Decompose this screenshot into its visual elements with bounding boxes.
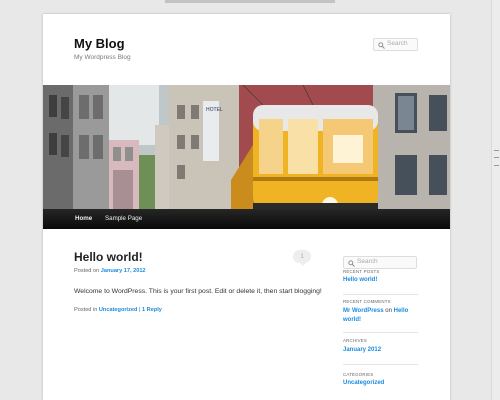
post-date-link[interactable]: January 17, 2012 — [101, 268, 146, 274]
post-content: Welcome to WordPress. This is your first… — [74, 288, 322, 295]
main-nav-bar: Home Sample Page — [43, 209, 450, 229]
browser-top-bar — [165, 0, 335, 3]
recent-comments-heading: RECENT COMMENTS — [343, 299, 391, 304]
comment-count-bubble[interactable]: 1 — [293, 250, 311, 266]
widget-divider — [343, 332, 418, 333]
header-image: HOTEL — [43, 85, 450, 209]
search-icon — [378, 42, 385, 49]
sidebar-search-input[interactable]: Search — [343, 256, 417, 269]
posted-on-label: Posted on — [74, 268, 100, 274]
category-link[interactable]: Uncategorized — [343, 380, 384, 386]
posted-in-label: Posted in — [74, 307, 98, 313]
comment-on-label: on — [385, 308, 392, 314]
svg-text:HOTEL: HOTEL — [206, 107, 223, 113]
post-footer: Posted in Uncategorized | 1 Reply — [74, 307, 162, 313]
sidebar-search-placeholder: Search — [357, 258, 378, 265]
scrollbar-grip[interactable] — [494, 150, 499, 166]
search-icon — [348, 260, 355, 267]
comment-author-link[interactable]: Mr WordPress — [343, 308, 384, 314]
recent-posts-heading: RECENT POSTS — [343, 269, 380, 274]
widget-divider — [343, 364, 418, 365]
archives-heading: ARCHIVES — [343, 338, 368, 343]
search-placeholder: Search — [387, 40, 408, 47]
reply-link[interactable]: 1 Reply — [142, 307, 162, 313]
recent-post-link[interactable]: Hello world! — [343, 277, 377, 283]
categories-heading: CATEGORIES — [343, 372, 374, 377]
page-scrollbar[interactable] — [491, 0, 500, 400]
widget-divider — [343, 294, 418, 295]
site-description: My Wordpress Blog — [74, 54, 131, 61]
header-search-input[interactable]: Search — [373, 38, 418, 51]
post-meta: Posted on January 17, 2012 — [74, 268, 146, 274]
site-title[interactable]: My Blog — [74, 36, 125, 51]
recent-comment-entry: Mr WordPress on Hello world! — [343, 307, 418, 325]
footer-separator: | — [139, 307, 141, 313]
nav-item-home[interactable]: Home — [75, 215, 92, 222]
blog-page: My Blog My Wordpress Blog Search HOTEL H… — [43, 14, 450, 400]
post-category-link[interactable]: Uncategorized — [99, 307, 138, 313]
post-title[interactable]: Hello world! — [74, 250, 143, 264]
archive-link[interactable]: January 2012 — [343, 347, 381, 353]
nav-item-sample-page[interactable]: Sample Page — [105, 215, 142, 222]
